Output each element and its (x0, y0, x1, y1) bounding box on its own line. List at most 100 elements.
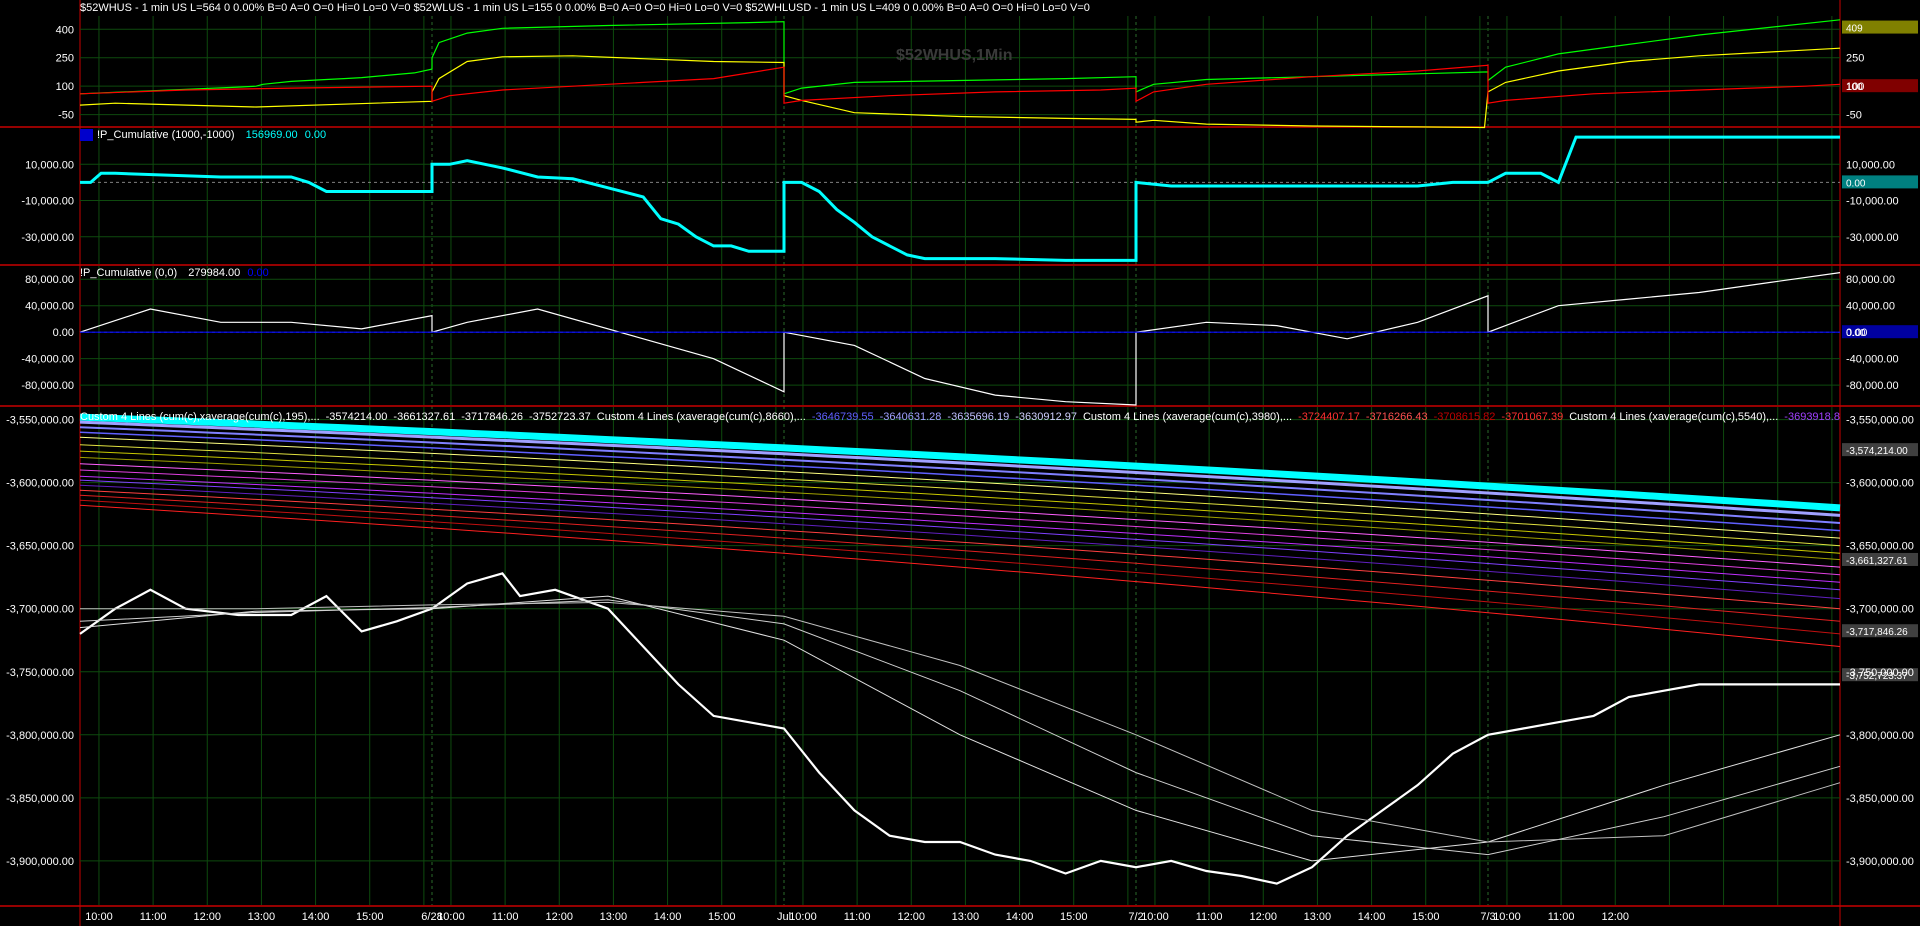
y-tick-label: 250 (56, 53, 74, 65)
y-tick-label: 10,000.00 (1846, 159, 1895, 171)
panel3-value2: 0.00 (247, 267, 269, 279)
legend-entry: Custom 4 Lines (xaverage(cum(c),8660),..… (596, 411, 806, 423)
y-tick-label: -3,750,000.00 (1846, 667, 1914, 679)
y-tick-label: -3,550,000.00 (6, 415, 74, 427)
panel2-value2: 0.00 (304, 129, 327, 141)
y-tick-label: -3,700,000.00 (1846, 604, 1914, 616)
y-tick-label: -50 (1846, 110, 1862, 122)
x-tick-label: 14:00 (1006, 911, 1034, 923)
panel2-label: !P_Cumulative (1000,-1000) (97, 129, 235, 141)
y-tick-label: 100 (56, 81, 74, 93)
legend-entry: -3646739.55 (811, 411, 874, 423)
y-tick-label: -3,850,000.00 (1846, 793, 1914, 805)
y-tick-label: -3,900,000.00 (6, 856, 74, 868)
x-tick-label: 10:00 (1493, 911, 1521, 923)
y-tick-label: 250 (1846, 53, 1864, 65)
y-tick-label: -3,800,000.00 (1846, 730, 1914, 742)
legend-entry: Custom 4 Lines (xaverage(cum(c),3980),..… (1082, 411, 1293, 423)
symbol-header: $52WHUS - 1 min US L=564 0 0.00% B=0 A=0… (80, 2, 1090, 14)
x-tick-label: 14:00 (654, 911, 682, 923)
legend-entry: -3661327.61 (393, 411, 456, 423)
legend-entry: Custom 4 Lines (cum(c),xaverage(cum(c),1… (80, 411, 320, 423)
x-tick-label: 10:00 (789, 911, 817, 923)
last-value-text: -3,717,846.26 (1846, 627, 1908, 638)
x-tick-label: 13:00 (1304, 911, 1332, 923)
legend-entry: -3716266.43 (1365, 411, 1428, 423)
y-tick-label: -30,000.00 (21, 232, 74, 244)
x-tick-label: 13:00 (952, 911, 980, 923)
x-tick-label: 15:00 (1060, 911, 1088, 923)
x-tick-label: 11:00 (140, 911, 167, 923)
x-tick-label: 12:00 (897, 911, 925, 923)
legend-entry: -3717846.26 (461, 411, 523, 423)
legend-entry: -3724407.17 (1298, 411, 1360, 423)
y-tick-label: -80,000.00 (1846, 380, 1899, 392)
series-line (79, 572, 1840, 885)
x-tick-label: 15:00 (708, 911, 736, 923)
series-line (79, 64, 1841, 104)
y-tick-label: 0.00 (53, 327, 74, 339)
y-tick-label: 40,000.00 (25, 301, 74, 313)
legend-entry: -3640631.28 (879, 411, 942, 423)
x-tick-label: 10:00 (437, 911, 465, 923)
x-tick-label: 11:00 (1548, 911, 1575, 923)
panel2-value1: 156969.00 (245, 129, 298, 141)
y-tick-label: 0.00 (1846, 327, 1867, 339)
y-tick-label: -3,550,000.00 (1846, 415, 1914, 427)
legend-entry: -3574214.00 (325, 411, 388, 423)
y-tick-label: -40,000.00 (1846, 354, 1899, 366)
x-tick-label: 12:00 (1249, 911, 1277, 923)
y-tick-label: -3,850,000.00 (6, 793, 74, 805)
y-tick-label: -80,000.00 (21, 380, 74, 392)
y-tick-label: 10,000.00 (25, 159, 74, 171)
y-tick-label: -30,000.00 (1846, 232, 1899, 244)
panel4-legend: Custom 4 Lines (cum(c),xaverage(cum(c),1… (80, 410, 1840, 424)
x-tick-label: 13:00 (248, 911, 276, 923)
x-tick-label: 11:00 (492, 911, 519, 923)
y-tick-label: -3,600,000.00 (6, 478, 74, 490)
y-tick-label: -3,600,000.00 (1846, 478, 1914, 490)
last-value-text: 0.00 (1846, 178, 1866, 189)
chart-watermark: $52WHUS,1Min (896, 47, 1013, 64)
legend-entry: -3630912.97 (1015, 411, 1077, 423)
y-tick-label: -10,000.00 (1846, 196, 1899, 208)
series-line (79, 599, 1841, 856)
average-band-line (79, 504, 1841, 647)
average-band-line (79, 489, 1841, 610)
y-tick-label: 80,000.00 (25, 274, 74, 286)
y-tick-label: 100 (1846, 81, 1864, 93)
last-value-text: 409 (1846, 24, 1863, 35)
y-tick-label: -3,650,000.00 (6, 541, 74, 553)
y-tick-label: -50 (58, 110, 74, 122)
x-tick-label: 14:00 (302, 911, 330, 923)
last-value-text: -3,661,327.61 (1846, 556, 1908, 567)
x-tick-label: 15:00 (1412, 911, 1440, 923)
panel2-swatch (80, 129, 93, 142)
series-line (80, 135, 1840, 262)
legend-entry: -3708615.82 (1433, 411, 1496, 423)
x-tick-label: 12:00 (193, 911, 221, 923)
series-line (79, 595, 1841, 862)
y-tick-label: 40,000.00 (1846, 301, 1895, 313)
x-tick-label: 12:00 (545, 911, 573, 923)
panel3-legend: !P_Cumulative (0,0) 279984.00 0.00 (80, 266, 269, 280)
x-tick-label: 11:00 (844, 911, 871, 923)
x-tick-label: 14:00 (1358, 911, 1386, 923)
legend-entry: -3693918.8... (1784, 411, 1840, 423)
last-value-text: -3,574,214.00 (1846, 446, 1908, 457)
x-tick-label: 12:00 (1601, 911, 1629, 923)
y-tick-label: -3,650,000.00 (1846, 541, 1914, 553)
legend-entry: -3752723.37 (528, 411, 591, 423)
x-tick-label: 15:00 (356, 911, 384, 923)
series-line (80, 601, 1841, 843)
y-tick-label: -3,700,000.00 (6, 604, 74, 616)
y-tick-label: -3,800,000.00 (6, 730, 74, 742)
panel3-value1: 279984.00 (188, 267, 241, 279)
x-tick-label: 13:00 (600, 911, 628, 923)
panel3-label: !P_Cumulative (0,0) (80, 267, 178, 279)
y-tick-label: -3,750,000.00 (6, 667, 74, 679)
legend-entry: -3701067.39 (1501, 411, 1564, 423)
y-tick-label: 80,000.00 (1846, 274, 1895, 286)
y-tick-label: -10,000.00 (21, 196, 74, 208)
legend-entry: Custom 4 Lines (xaverage(cum(c),5540),..… (1569, 411, 1779, 423)
